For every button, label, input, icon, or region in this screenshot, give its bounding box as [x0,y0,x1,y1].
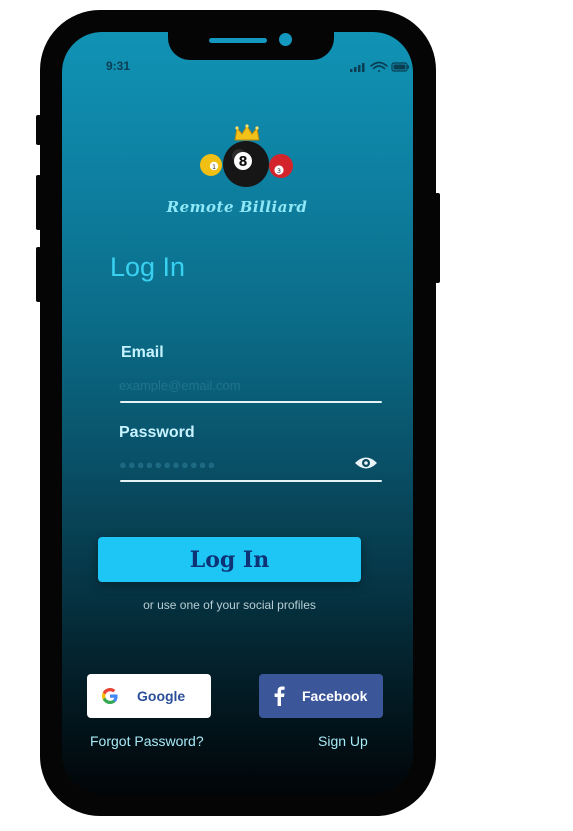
email-underline [120,401,382,403]
forgot-password-link[interactable]: Forgot Password? [90,733,204,749]
eye-icon[interactable] [354,455,378,471]
status-icons [350,61,409,72]
speaker-grille [209,38,267,43]
social-prompt: or use one of your social profiles [143,598,316,612]
front-camera [279,33,292,46]
silent-switch [36,115,41,145]
google-login-button[interactable]: Google [87,674,211,718]
password-field[interactable] [119,453,347,475]
facebook-icon [274,686,285,706]
volume-up-button [36,175,41,230]
app-logo: 1 3 8 [200,124,293,187]
status-time: 9:31 [106,59,131,73]
signal-icon [350,63,365,72]
login-button[interactable]: Log In [98,537,361,582]
sign-up-link[interactable]: Sign Up [318,733,368,749]
volume-down-button [36,247,41,302]
email-field[interactable] [119,374,381,396]
svg-text:8: 8 [238,155,247,170]
google-icon [102,688,118,704]
facebook-label: Facebook [302,688,368,704]
wifi-icon [370,61,388,72]
google-label: Google [137,688,186,704]
battery-icon [391,62,409,72]
svg-text:3: 3 [277,167,281,175]
red-ball-icon: 3 [269,154,293,178]
app-screen: 9:31 1 3 8 Remote Billiard Log In Email … [62,32,413,794]
notch [168,32,334,60]
eight-ball-icon: 8 [223,141,269,187]
password-underline [120,480,382,482]
password-label: Password [119,424,195,441]
app-name: Remote Billiard [166,198,308,216]
email-label: Email [121,344,164,361]
yellow-ball-icon: 1 [200,154,222,176]
facebook-login-button[interactable]: Facebook [259,674,383,718]
svg-text:1: 1 [212,164,216,171]
power-button [435,193,440,283]
crown-icon [234,124,260,141]
page-title: Log In [110,252,186,282]
